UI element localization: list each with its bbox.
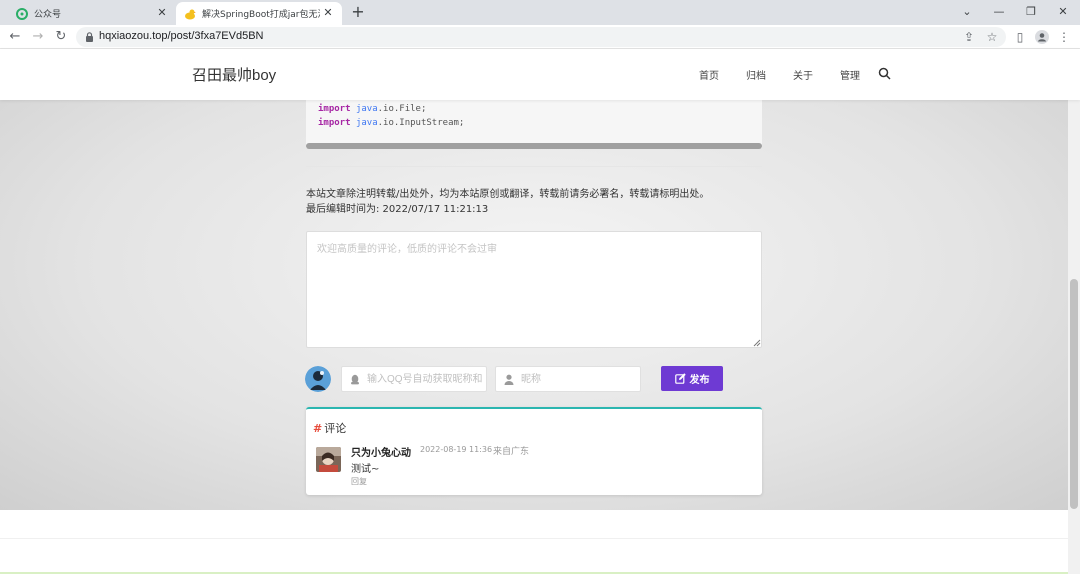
close-icon[interactable]: ✕ — [320, 5, 336, 21]
comment-time: 2022-08-19 11:36 — [420, 445, 493, 454]
share-icon[interactable]: ⇪ — [961, 29, 977, 45]
nickname-input[interactable] — [521, 371, 637, 388]
browser-toolbar: ← → ↻ hqxiaozou.top/post/3fxa7EVd5BN ⇪ ☆… — [0, 25, 1080, 49]
browser-tab-active[interactable]: 解决SpringBoot打成jar包无法加 ✕ — [176, 2, 342, 25]
bookmark-star-icon[interactable]: ☆ — [984, 29, 1000, 45]
site-header: 召田最帅boy 首页 归档 关于 管理 — [0, 49, 1080, 100]
close-icon[interactable]: ✕ — [154, 5, 170, 21]
resize-grip-icon[interactable] — [753, 339, 761, 347]
article-divider — [306, 166, 762, 167]
tab-title: 解决SpringBoot打成jar包无法加 — [202, 10, 320, 20]
footer-divider — [0, 538, 1068, 539]
edit-icon — [674, 373, 686, 384]
wechat-channels-icon — [16, 7, 28, 20]
comment-author[interactable]: 只为小兔心动 — [351, 444, 411, 459]
reply-link[interactable]: 回复 — [351, 476, 367, 487]
qq-input[interactable] — [367, 371, 483, 388]
comment-author-avatar — [316, 447, 341, 472]
code-line: import java.io.File; — [318, 104, 427, 114]
back-icon[interactable]: ← — [6, 28, 24, 46]
side-panel-icon[interactable]: ▯ — [1012, 29, 1028, 45]
browser-tab-wechat[interactable]: 公众号 ✕ — [8, 2, 176, 25]
new-tab-button[interactable]: + — [348, 3, 368, 23]
comment-textarea[interactable] — [306, 231, 762, 348]
tab-title: 公众号 — [34, 10, 62, 20]
copyright-notice: 本站文章除注明转载/出处外，均为本站原创或翻译，转载前请务必署名，转载请标明出处… — [306, 189, 710, 200]
nav-home[interactable]: 首页 — [699, 67, 719, 82]
publish-button[interactable]: 发布 — [661, 366, 723, 391]
comment-text: 测试~ — [351, 464, 380, 475]
forward-icon[interactable]: → — [29, 28, 47, 46]
publish-label: 发布 — [689, 375, 710, 386]
url-text: hqxiaozou.top/post/3fxa7EVd5BN — [99, 30, 264, 42]
address-bar[interactable]: hqxiaozou.top/post/3fxa7EVd5BN — [76, 27, 1006, 47]
tab-search-icon[interactable]: ⌄ — [955, 3, 979, 21]
code-horizontal-scrollbar[interactable] — [306, 143, 762, 149]
search-icon[interactable] — [878, 67, 891, 80]
code-block: import java.io.File; import java.io.Inpu… — [306, 100, 762, 148]
more-menu-icon[interactable]: ⋮ — [1056, 29, 1072, 45]
nickname-field[interactable] — [495, 366, 641, 392]
qq-penguin-icon — [351, 374, 359, 385]
window-close-icon[interactable]: ✕ — [1051, 3, 1075, 21]
comments-heading: # 评论 — [313, 422, 347, 435]
code-line: import java.io.InputStream; — [318, 118, 465, 128]
browser-tab-bar: 公众号 ✕ 解决SpringBoot打成jar包无法加 ✕ + ⌄ — ❐ ✕ — [0, 0, 1080, 25]
nav-archive[interactable]: 归档 — [746, 67, 766, 82]
profile-avatar-icon[interactable] — [1034, 29, 1050, 45]
nav-about[interactable]: 关于 — [793, 67, 813, 82]
user-icon — [504, 374, 514, 385]
visitor-avatar — [305, 366, 331, 392]
comments-panel: # 评论 只为小兔心动 2022-08-19 11:36 来自广东 测试~ 回复 — [306, 407, 762, 495]
last-edit-time: 最后编辑时间为: 2022/07/17 11:21:13 — [306, 204, 489, 215]
page-footer-area — [0, 510, 1068, 574]
page-scrollbar-thumb[interactable] — [1070, 279, 1078, 509]
restore-icon[interactable]: ❐ — [1019, 3, 1043, 21]
reload-icon[interactable]: ↻ — [52, 28, 70, 46]
duck-icon — [185, 9, 196, 19]
qq-field[interactable] — [341, 366, 487, 392]
site-logo[interactable]: 召田最帅boy — [192, 64, 276, 85]
nav-admin[interactable]: 管理 — [840, 67, 860, 82]
minimize-icon[interactable]: — — [987, 3, 1011, 21]
comment-location: 来自广东 — [493, 447, 530, 457]
lock-icon — [86, 32, 93, 42]
